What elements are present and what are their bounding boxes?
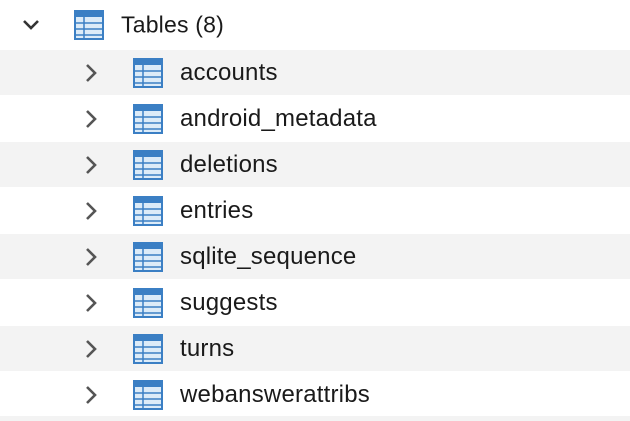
chevron-right-icon[interactable]	[80, 246, 102, 268]
tree-node-label: accounts	[180, 58, 278, 86]
table-icon	[132, 333, 164, 365]
table-icon	[132, 379, 164, 411]
tree-node-label: Tables (8)	[121, 11, 224, 38]
chevron-right-icon[interactable]	[80, 200, 102, 222]
table-icon	[132, 103, 164, 135]
table-icon	[132, 287, 164, 319]
chevron-down-icon[interactable]	[20, 14, 42, 36]
table-icon	[73, 9, 105, 41]
tree-node-table-entries[interactable]: entries	[0, 188, 630, 233]
tree-node-table-android-metadata[interactable]: android_metadata	[0, 96, 630, 141]
tree-node-tables[interactable]: Tables (8)	[0, 2, 630, 48]
tree-node-label: android_metadata	[180, 104, 377, 132]
row-separator	[0, 416, 630, 421]
tree-node-label: turns	[180, 334, 235, 362]
tree-node-table-turns[interactable]: turns	[0, 326, 630, 371]
table-icon	[132, 195, 164, 227]
tree-node-label: deletions	[180, 150, 278, 178]
tree-node-table-sqlite-sequence[interactable]: sqlite_sequence	[0, 234, 630, 279]
chevron-right-icon[interactable]	[80, 154, 102, 176]
tree-node-label: sqlite_sequence	[180, 242, 357, 270]
tree-node-label: suggests	[180, 288, 278, 316]
table-icon	[132, 149, 164, 181]
tree-node-table-deletions[interactable]: deletions	[0, 142, 630, 187]
chevron-right-icon[interactable]	[80, 292, 102, 314]
tree-node-label: entries	[180, 196, 254, 224]
tree-node-label: webanswerattribs	[180, 380, 370, 408]
chevron-right-icon[interactable]	[80, 384, 102, 406]
tree-node-table-accounts[interactable]: accounts	[0, 50, 630, 95]
tree-node-table-webanswerattribs[interactable]: webanswerattribs	[0, 372, 630, 417]
schema-tree: Tables (8) accounts android_metadata del…	[0, 0, 630, 421]
table-icon	[132, 241, 164, 273]
chevron-right-icon[interactable]	[80, 62, 102, 84]
chevron-right-icon[interactable]	[80, 338, 102, 360]
tree-node-table-suggests[interactable]: suggests	[0, 280, 630, 325]
chevron-right-icon[interactable]	[80, 108, 102, 130]
table-icon	[132, 57, 164, 89]
